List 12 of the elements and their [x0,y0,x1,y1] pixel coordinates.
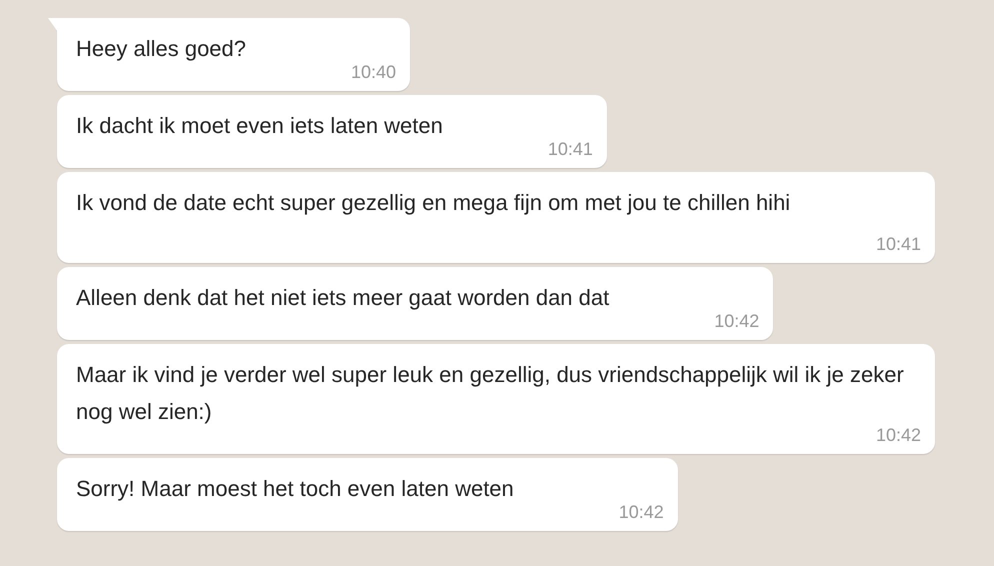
message-text: Heey alles goed? [76,36,246,61]
message-text: Sorry! Maar moest het toch even laten weten [76,476,514,501]
message-time: 10:42 [876,424,921,446]
message-time: 10:41 [876,233,921,255]
message-time: 10:41 [548,138,593,160]
message-text: Ik dacht ik moet even iets laten weten [76,113,443,138]
message-time: 10:40 [350,61,396,83]
message-text: Maar ik vind je verder wel super leuk en gezellig, dus vriendschappelijk wil ik je zeker nog wel zien:) [76,362,904,424]
message-text: Ik vond de date echt super gezellig en mega fijn om met jou te chillen hihi [76,190,790,215]
message-time: 10:42 [714,310,760,332]
message-time: 10:42 [618,501,664,523]
message-text: Alleen denk dat het niet iets meer gaat worden dan dat [76,285,610,310]
